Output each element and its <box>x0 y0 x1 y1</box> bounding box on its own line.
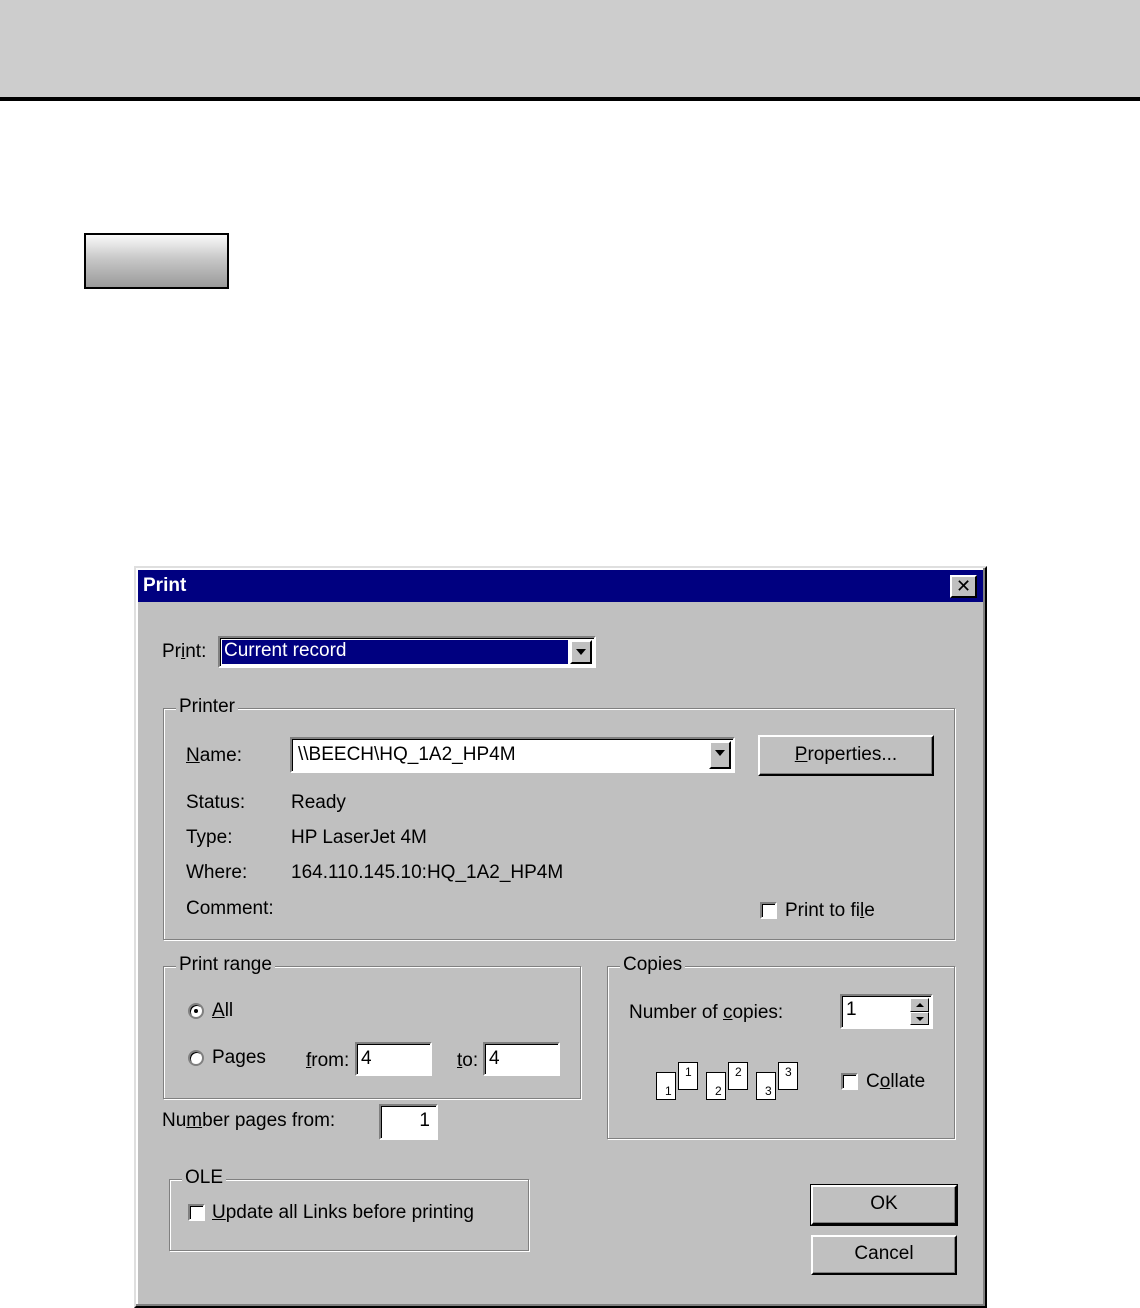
number-pages-from-input[interactable]: 1 <box>379 1104 438 1140</box>
properties-button[interactable]: Properties... <box>758 735 934 776</box>
header-rule <box>0 97 1140 101</box>
where-value: 164.110.145.10:HQ_1A2_HP4M <box>291 862 564 883</box>
chevron-down-icon[interactable] <box>570 640 592 664</box>
number-of-copies-label: Number of copies: <box>629 1002 784 1023</box>
page-icon: 3 <box>756 1072 776 1100</box>
print-to-file-label[interactable]: Print to file <box>785 900 875 922</box>
name-label: Name: <box>186 745 242 766</box>
ole-group-label: OLE <box>182 1167 227 1189</box>
page-icon: 3 <box>778 1062 798 1090</box>
to-input[interactable]: 4 <box>483 1042 560 1076</box>
copies-spinner[interactable]: 1 <box>840 994 933 1029</box>
collate-checkbox[interactable] <box>841 1073 858 1090</box>
close-button[interactable]: ✕ <box>950 575 977 598</box>
page-icon: 2 <box>728 1062 748 1090</box>
print-what-label: Print: <box>162 641 207 662</box>
copies-group: Copies <box>607 954 955 1139</box>
radio-pages-label[interactable]: Pages <box>212 1047 266 1069</box>
to-label: to: <box>457 1050 479 1071</box>
number-pages-from-label: Number pages from: <box>162 1110 336 1131</box>
radio-pages[interactable] <box>188 1050 204 1066</box>
update-links-checkbox[interactable] <box>188 1204 205 1221</box>
status-label: Status: <box>186 792 246 813</box>
printer-name-value: \\BEECH\HQ_1A2_HP4M <box>298 744 516 765</box>
page-icon: 1 <box>678 1062 698 1090</box>
copies-spinner-value: 1 <box>846 999 857 1020</box>
close-icon: ✕ <box>955 576 972 596</box>
status-value: Ready <box>291 792 346 813</box>
chevron-down-icon[interactable] <box>709 741 731 769</box>
dialog-title: Print <box>143 575 187 596</box>
page-icon: 2 <box>706 1072 726 1100</box>
comment-label: Comment: <box>186 898 274 919</box>
spinner-buttons[interactable] <box>910 998 929 1025</box>
print-range-label: Print range <box>176 954 275 976</box>
type-value: HP LaserJet 4M <box>291 827 427 848</box>
type-label: Type: <box>186 827 233 848</box>
cancel-button[interactable]: Cancel <box>811 1235 957 1275</box>
dialog-titlebar: Print ✕ <box>138 570 983 602</box>
print-range-group: Print range <box>163 954 581 1099</box>
spinner-up-icon[interactable] <box>910 998 929 1012</box>
radio-all-label[interactable]: All <box>212 1000 233 1022</box>
to-input-value: 4 <box>489 1048 500 1069</box>
print-dialog: Print ✕ Print: Current record Printer Na… <box>134 566 987 1308</box>
printer-name-select[interactable]: \\BEECH\HQ_1A2_HP4M <box>290 737 735 773</box>
from-label: from: <box>306 1050 350 1071</box>
collate-illustration: 1 1 2 2 3 3 <box>656 1062 806 1106</box>
collate-label[interactable]: Collate <box>866 1071 925 1093</box>
gradient-button[interactable] <box>84 233 229 289</box>
from-input[interactable]: 4 <box>355 1042 432 1076</box>
where-label: Where: <box>186 862 248 883</box>
print-what-select[interactable]: Current record <box>218 636 596 668</box>
copies-group-label: Copies <box>620 954 686 976</box>
page-icon: 1 <box>656 1072 676 1100</box>
radio-all[interactable] <box>188 1003 204 1019</box>
print-what-value: Current record <box>222 640 568 664</box>
number-pages-from-value: 1 <box>419 1110 430 1131</box>
update-links-label[interactable]: Update all Links before printing <box>212 1202 474 1224</box>
page-header-band <box>0 0 1140 97</box>
printer-group-label: Printer <box>176 696 238 718</box>
print-to-file-checkbox[interactable] <box>760 902 777 919</box>
spinner-down-icon[interactable] <box>910 1011 929 1025</box>
ok-button[interactable]: OK <box>810 1184 958 1226</box>
from-input-value: 4 <box>361 1048 372 1069</box>
